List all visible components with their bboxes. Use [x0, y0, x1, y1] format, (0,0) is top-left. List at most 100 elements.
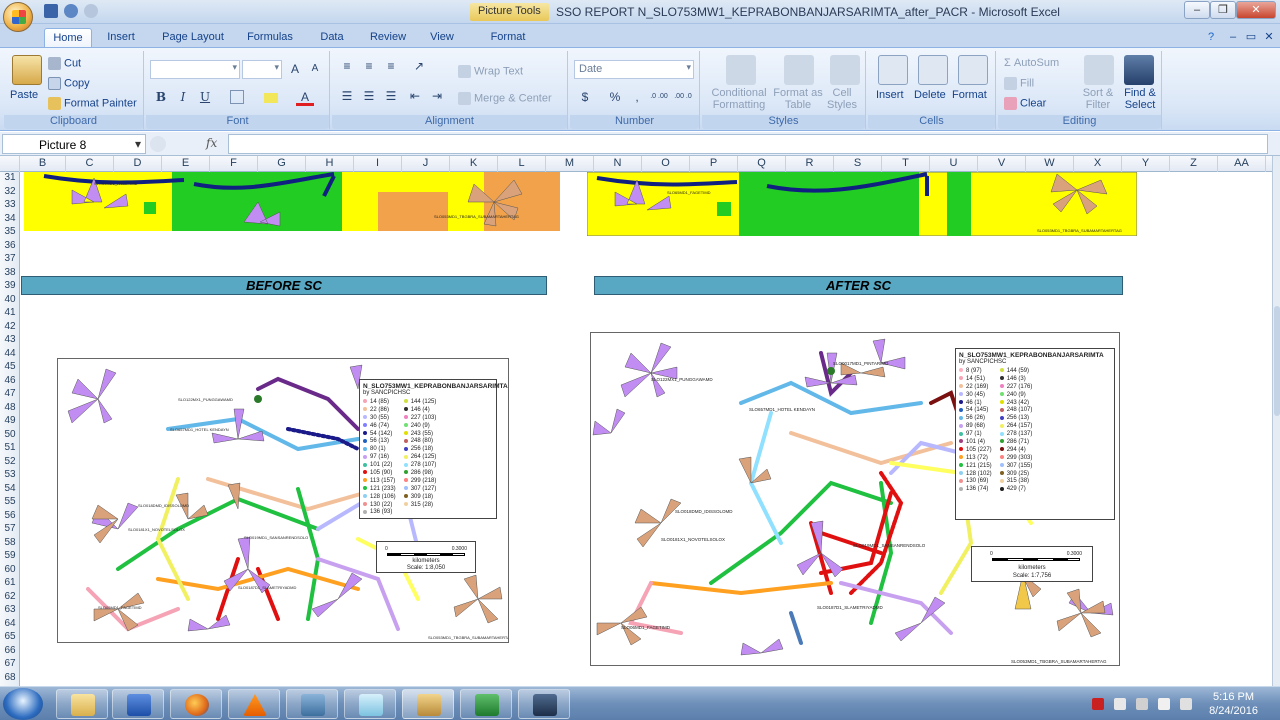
format-as-table-button[interactable]: Format as Table	[772, 87, 824, 111]
tab-formulas[interactable]: Formulas	[240, 28, 300, 48]
taskbar-word[interactable]	[112, 689, 164, 719]
redo-icon[interactable]	[84, 4, 98, 18]
cell-styles-button[interactable]: Cell Styles	[822, 87, 862, 111]
top-map-right[interactable]: SLO053MD1_TBGBRA_SUBAMARTAHERTAG SLO65MD…	[587, 172, 1137, 236]
align-bottom-icon[interactable]: ≡	[382, 57, 400, 75]
bold-button[interactable]: B	[152, 88, 170, 106]
fill-button[interactable]: Fill	[1004, 77, 1034, 90]
vertical-scrollbar[interactable]	[1272, 156, 1280, 686]
decrease-decimal-button[interactable]: .00 .0	[672, 88, 694, 106]
row-header[interactable]: 53	[0, 469, 20, 481]
format-cells-button[interactable]: Format	[952, 89, 987, 101]
italic-button[interactable]: I	[174, 88, 192, 106]
row-header[interactable]: 56	[0, 510, 20, 522]
row-header[interactable]: 64	[0, 618, 20, 630]
align-left-icon[interactable]: ☰	[338, 87, 356, 105]
align-center-icon[interactable]: ☰	[360, 87, 378, 105]
column-header[interactable]: R	[786, 156, 834, 172]
row-header[interactable]: 39	[0, 280, 20, 292]
row-header[interactable]: 31	[0, 172, 20, 184]
decrease-indent-icon[interactable]: ⇤	[406, 87, 424, 105]
column-header[interactable]: M	[546, 156, 594, 172]
column-header[interactable]: V	[978, 156, 1026, 172]
after-sc-map-picture[interactable]: SLO122MX1_PUNGGAWAMD SLO657MD1_HOTEL KEN…	[590, 332, 1120, 666]
row-header[interactable]: 47	[0, 388, 20, 400]
system-clock[interactable]: 5:16 PM 8/24/2016	[1209, 690, 1258, 718]
before-sc-map-picture[interactable]: SLO122MX1_PUNGGAWAMD SLO657MD1_HOTEL KEN…	[57, 358, 509, 643]
save-icon[interactable]	[44, 4, 58, 18]
row-header[interactable]: 42	[0, 321, 20, 333]
column-header[interactable]: B	[20, 156, 66, 172]
column-header[interactable]: H	[306, 156, 354, 172]
scroll-thumb[interactable]	[1274, 306, 1280, 416]
office-button[interactable]	[3, 2, 33, 32]
column-header[interactable]: I	[354, 156, 402, 172]
ribbon-minimize-icon[interactable]: –	[1226, 28, 1240, 48]
number-format-combo[interactable]: Date	[574, 60, 694, 79]
maximize-button[interactable]: ❐	[1210, 1, 1236, 19]
select-all-corner[interactable]	[0, 156, 20, 172]
column-header[interactable]: X	[1074, 156, 1122, 172]
column-header[interactable]: E	[162, 156, 210, 172]
row-header[interactable]: 51	[0, 442, 20, 454]
tray-device-icon[interactable]	[1136, 698, 1148, 710]
font-size-combo[interactable]	[242, 60, 282, 79]
tab-page-layout[interactable]: Page Layout	[158, 28, 228, 48]
fill-color-icon[interactable]	[264, 93, 278, 103]
percent-button[interactable]: %	[606, 88, 624, 106]
row-header[interactable]: 63	[0, 604, 20, 616]
taskbar-mapinfo[interactable]	[286, 689, 338, 719]
ribbon-restore-icon[interactable]: ▭	[1244, 28, 1258, 48]
row-header[interactable]: 60	[0, 564, 20, 576]
conditional-formatting-button[interactable]: Conditional Formatting	[708, 87, 770, 111]
column-header[interactable]: U	[930, 156, 978, 172]
row-header[interactable]: 44	[0, 348, 20, 360]
row-header[interactable]: 66	[0, 645, 20, 657]
column-header[interactable]: C	[66, 156, 114, 172]
column-header[interactable]: P	[690, 156, 738, 172]
column-header[interactable]: S	[834, 156, 882, 172]
row-header[interactable]: 55	[0, 496, 20, 508]
grow-font-button[interactable]: A	[286, 60, 304, 78]
taskbar-excel[interactable]	[460, 689, 512, 719]
taskbar-app-s[interactable]	[518, 689, 570, 719]
column-header[interactable]: D	[114, 156, 162, 172]
tray-volume-icon[interactable]	[1180, 698, 1192, 710]
column-header[interactable]: O	[642, 156, 690, 172]
row-header[interactable]: 46	[0, 375, 20, 387]
row-header[interactable]: 35	[0, 226, 20, 238]
row-header[interactable]: 41	[0, 307, 20, 319]
increase-indent-icon[interactable]: ⇥	[428, 87, 446, 105]
row-header[interactable]: 43	[0, 334, 20, 346]
column-header[interactable]: Z	[1170, 156, 1218, 172]
close-button[interactable]: ✕	[1236, 1, 1276, 19]
row-header[interactable]: 37	[0, 253, 20, 265]
column-header[interactable]: J	[402, 156, 450, 172]
row-header[interactable]: 59	[0, 550, 20, 562]
column-header[interactable]: AA	[1218, 156, 1266, 172]
tab-insert[interactable]: Insert	[100, 28, 142, 48]
formula-input[interactable]	[228, 134, 1268, 154]
shrink-font-button[interactable]: A	[306, 60, 324, 78]
row-header[interactable]: 49	[0, 415, 20, 427]
column-header[interactable]: F	[210, 156, 258, 172]
column-header[interactable]: W	[1026, 156, 1074, 172]
row-header[interactable]: 57	[0, 523, 20, 535]
merge-center-button[interactable]: Merge & Center	[458, 92, 552, 105]
borders-icon[interactable]	[230, 90, 244, 104]
row-header[interactable]: 36	[0, 240, 20, 252]
tab-home[interactable]: Home	[44, 28, 92, 48]
column-header[interactable]: Y	[1122, 156, 1170, 172]
tab-data[interactable]: Data	[312, 28, 352, 48]
minimize-button[interactable]: –	[1184, 1, 1210, 19]
align-middle-icon[interactable]: ≡	[360, 57, 378, 75]
top-map-left[interactable]: SLO65MD1_FAGETIMD SLO053MD1_TBGBRA_SUBAM…	[24, 172, 560, 231]
currency-button[interactable]: $	[576, 88, 594, 106]
tab-review[interactable]: Review	[364, 28, 412, 48]
help-icon[interactable]: ?	[1204, 28, 1218, 48]
row-header[interactable]: 34	[0, 213, 20, 225]
copy-button[interactable]: Copy	[48, 77, 90, 90]
taskbar-explorer[interactable]	[56, 689, 108, 719]
tray-shield-icon[interactable]	[1092, 698, 1104, 710]
row-header[interactable]: 58	[0, 537, 20, 549]
